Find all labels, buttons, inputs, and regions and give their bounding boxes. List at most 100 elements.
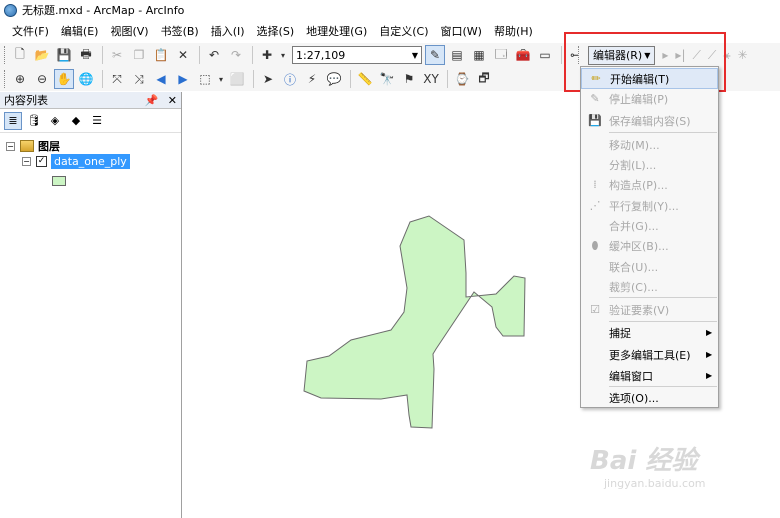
- undo-icon[interactable]: ↶: [204, 45, 224, 65]
- toolbar-separator: [102, 46, 103, 64]
- map-scale-select[interactable]: 1:27,109 ▼: [292, 46, 422, 64]
- baidu-watermark: Bai 经验 jingyan.baidu.com: [590, 440, 750, 500]
- python-window-icon[interactable]: ▭: [535, 45, 555, 65]
- add-data-icon[interactable]: ✚: [257, 45, 277, 65]
- menu-selection[interactable]: 选择(S): [251, 22, 301, 42]
- identify-icon[interactable]: ⓘ: [280, 69, 300, 89]
- delete-icon[interactable]: ✕: [173, 45, 193, 65]
- copy-icon[interactable]: ❐: [129, 45, 149, 65]
- submenu-arrow-icon: ▶: [706, 371, 713, 380]
- save-icon[interactable]: 💾: [54, 45, 74, 65]
- menu-geoprocessing[interactable]: 地理处理(G): [300, 22, 373, 42]
- menu-edit[interactable]: 编辑(E): [55, 22, 105, 42]
- layer-symbol-swatch[interactable]: [52, 176, 66, 186]
- table-of-contents-icon[interactable]: ▤: [447, 45, 467, 65]
- menu-item-stop-editing[interactable]: ✎ 停止编辑(P): [581, 88, 718, 109]
- menu-item-more-editing-tools[interactable]: 更多编辑工具(E) ▶: [581, 344, 718, 365]
- title-bar: 无标题.mxd - ArcMap - ArcInfo: [0, 0, 780, 20]
- menu-item-clip[interactable]: 裁剪(C)...: [581, 276, 718, 297]
- find-route-icon[interactable]: ⚑: [399, 69, 419, 89]
- menu-item-options[interactable]: 选项(O)...: [581, 387, 718, 408]
- menu-bookmarks[interactable]: 书签(B): [155, 22, 205, 42]
- layer-row[interactable]: − ✓ data_one_ply: [22, 154, 130, 169]
- layers-group-row[interactable]: − 图层: [6, 138, 60, 154]
- toolbar-grip[interactable]: [4, 70, 7, 88]
- menu-item-copy-parallel[interactable]: ⋰ 平行复制(Y)...: [581, 195, 718, 216]
- measure-icon[interactable]: 📏: [355, 69, 375, 89]
- fixed-zoom-in-icon[interactable]: ⤧: [107, 69, 127, 89]
- menu-insert[interactable]: 插入(I): [205, 22, 251, 42]
- layer-name[interactable]: data_one_ply: [51, 154, 130, 169]
- map-scale-value: 1:27,109: [296, 48, 346, 62]
- window-title: 无标题.mxd - ArcMap - ArcInfo: [22, 4, 185, 17]
- menu-item-split[interactable]: 分割(L)...: [581, 154, 718, 175]
- cut-icon[interactable]: ✂: [107, 45, 127, 65]
- toolbar-separator: [199, 46, 200, 64]
- options-icon[interactable]: ☰: [88, 112, 106, 130]
- menu-item-move[interactable]: 移动(M)...: [581, 134, 718, 155]
- open-folder-icon[interactable]: 📂: [32, 45, 52, 65]
- print-icon[interactable]: 🖶: [76, 45, 96, 65]
- chevron-down-icon[interactable]: ▾: [279, 45, 287, 65]
- menu-item-start-editing[interactable]: ✏ 开始编辑(T): [581, 68, 718, 89]
- pan-hand-icon[interactable]: ✋: [54, 69, 74, 89]
- toolbar-separator: [447, 70, 448, 88]
- menu-windows[interactable]: 窗口(W): [435, 22, 488, 42]
- close-icon[interactable]: ✕: [168, 94, 177, 107]
- buffer-icon: ⬮: [591, 238, 599, 252]
- menu-item-construct-points[interactable]: ⁞ 构造点(P)...: [581, 174, 718, 195]
- menu-help[interactable]: 帮助(H): [488, 22, 539, 42]
- menu-item-validate-features[interactable]: ☑ 验证要素(V): [581, 299, 718, 320]
- hyperlink-icon[interactable]: ⚡: [302, 69, 322, 89]
- html-popup-icon[interactable]: 💬: [324, 69, 344, 89]
- go-to-xy-icon[interactable]: XY: [421, 69, 441, 89]
- table-of-contents-panel: 内容列表 📌 ✕ ≣ 🛢 ◈ ◆ ☰ − 图层 − ✓ data_one_ply: [0, 92, 182, 518]
- time-slider-icon[interactable]: ⌚: [452, 69, 472, 89]
- fixed-zoom-out-icon[interactable]: ⤨: [129, 69, 149, 89]
- list-by-selection-icon[interactable]: ◆: [67, 112, 85, 130]
- list-by-drawing-order-icon[interactable]: ≣: [4, 111, 22, 130]
- pin-icon[interactable]: 📌: [145, 94, 159, 107]
- paste-icon[interactable]: 📋: [151, 45, 171, 65]
- toolbar-separator: [102, 70, 103, 88]
- find-binoculars-icon[interactable]: 🔭: [377, 69, 397, 89]
- forward-arrow-icon[interactable]: ▶: [173, 69, 193, 89]
- menu-item-snapping[interactable]: 捕捉 ▶: [581, 322, 718, 343]
- menu-customize[interactable]: 自定义(C): [373, 22, 434, 42]
- redo-icon[interactable]: ↷: [226, 45, 246, 65]
- layers-icon: [20, 140, 34, 152]
- more-tools-icon[interactable]: ✳: [738, 48, 748, 62]
- menu-item-save-edits[interactable]: 💾 保存编辑内容(S): [581, 110, 718, 131]
- list-by-visibility-icon[interactable]: ◈: [46, 112, 64, 130]
- select-elements-arrow-icon[interactable]: ➤: [258, 69, 278, 89]
- search-window-icon[interactable]: 🗔: [491, 45, 511, 65]
- arctoolbox-icon[interactable]: 🧰: [513, 45, 533, 65]
- menu-file[interactable]: 文件(F): [6, 22, 55, 42]
- back-arrow-icon[interactable]: ◀: [151, 69, 171, 89]
- validate-features-icon: ☑: [590, 303, 600, 316]
- toolbar-grip[interactable]: [4, 46, 7, 64]
- menu-item-merge[interactable]: 合并(G)...: [581, 215, 718, 236]
- list-by-source-icon[interactable]: 🛢: [25, 112, 43, 130]
- menu-view[interactable]: 视图(V): [104, 22, 154, 42]
- zoom-in-icon[interactable]: ⊕: [10, 69, 30, 89]
- submenu-arrow-icon: ▶: [706, 350, 713, 359]
- chevron-down-icon[interactable]: ▾: [217, 69, 225, 89]
- clear-selection-icon[interactable]: ⬜: [227, 69, 247, 89]
- layer-visibility-checkbox[interactable]: ✓: [36, 156, 47, 167]
- menu-item-union[interactable]: 联合(U)...: [581, 256, 718, 277]
- new-document-icon[interactable]: 🗋: [10, 45, 30, 65]
- select-features-icon[interactable]: ⬚: [195, 69, 215, 89]
- watermark-brand: Bai 经验: [590, 446, 698, 476]
- zoom-out-icon[interactable]: ⊖: [32, 69, 52, 89]
- polygon-feature[interactable]: [303, 215, 526, 429]
- editor-toolbar-icon[interactable]: ✎: [425, 45, 445, 65]
- menu-item-buffer[interactable]: ⬮ 缓冲区(B)...: [581, 235, 718, 256]
- collapse-icon[interactable]: −: [22, 157, 31, 166]
- menu-item-editing-windows[interactable]: 编辑窗口 ▶: [581, 365, 718, 386]
- full-extent-icon[interactable]: 🌐: [76, 69, 96, 89]
- layer-symbol-row[interactable]: [52, 176, 66, 186]
- collapse-icon[interactable]: −: [6, 141, 15, 151]
- create-viewer-window-icon[interactable]: 🗗: [474, 69, 494, 89]
- catalog-window-icon[interactable]: ▦: [469, 45, 489, 65]
